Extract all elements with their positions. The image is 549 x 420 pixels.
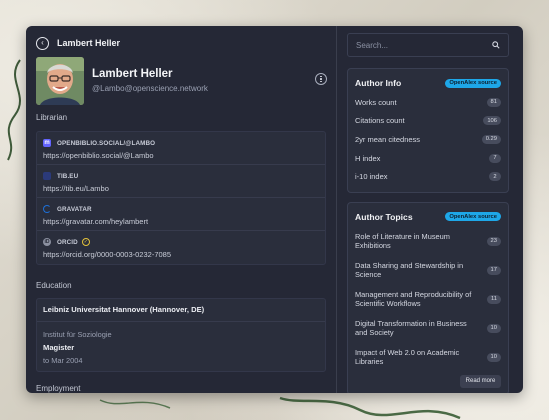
info-row: i-10 index 2 [355, 167, 501, 186]
profile-summary: Lambert Heller @Lambo@openscience.networ… [26, 57, 336, 105]
count-badge: 23 [486, 236, 501, 246]
openalex-badge: OpenAlex source [445, 78, 501, 88]
education-institution: Leibniz Universitat Hannover (Hannover, … [37, 299, 325, 322]
more-vertical-icon[interactable] [315, 73, 327, 85]
topic-row[interactable]: Management and Reproducibility of Scient… [355, 285, 501, 314]
count-badge: 11 [486, 294, 501, 304]
link-label: ORCID [57, 238, 78, 246]
profile-handle: @Lambo@openscience.network [92, 84, 208, 93]
chevron-left-icon[interactable]: ‹ [36, 36, 49, 50]
search-bar [347, 33, 509, 57]
count-badge: 81 [486, 97, 501, 107]
gravatar-icon [43, 205, 51, 213]
info-row: Citations count 106 [355, 112, 501, 131]
info-row: 2yr mean citedness 0.29 [355, 130, 501, 149]
info-row: H index 7 [355, 149, 501, 168]
count-badge: 10 [486, 323, 501, 333]
count-badge: 0.29 [481, 134, 501, 144]
link-label: TIB.EU [57, 172, 79, 180]
topic-row[interactable]: Role of Literature in Museum Exhibitions… [355, 227, 501, 256]
link-item[interactable]: TIB.EU https://tib.eu/Lambo [37, 165, 325, 198]
profile-header: ‹ Lambert Heller [26, 26, 336, 60]
education-card: Leibniz Universitat Hannover (Hannover, … [36, 298, 326, 372]
education-department: Institut für Soziologie [43, 330, 112, 339]
header-title: Lambert Heller [57, 38, 121, 48]
sidebar: Author Info OpenAlex source Works count8… [337, 26, 523, 393]
education-date: to Mar 2004 [43, 356, 83, 365]
topic-row[interactable]: Digital Transformation in Business and S… [355, 314, 501, 343]
profile-links: m OPENBIBLIO.SOCIAL/@LAMBO https://openb… [36, 131, 326, 265]
author-topics-card: Author Topics OpenAlex source Role of Li… [347, 201, 509, 393]
verified-check-icon: ✓ [81, 238, 90, 246]
link-item[interactable]: m OPENBIBLIO.SOCIAL/@LAMBO https://openb… [37, 132, 325, 165]
info-row: Works count 81 [355, 93, 501, 112]
link-url[interactable]: https://openbiblio.social/@Lambo [43, 151, 319, 160]
count-badge: 106 [483, 116, 501, 126]
link-label: GRAVATAR [57, 205, 92, 213]
profile-window: ‹ Lambert Heller Lambert Heller @Lambo@o… [26, 26, 523, 393]
profile-name: Lambert Heller [92, 68, 173, 80]
count-badge: 2 [489, 172, 501, 182]
read-more-button[interactable]: Read more [460, 374, 501, 388]
author-topics-title: Author Topics [355, 211, 413, 222]
education-label: Education [36, 281, 72, 290]
count-badge: 10 [486, 352, 501, 362]
profile-role: Librarian [36, 113, 68, 122]
count-badge: 17 [486, 265, 501, 275]
topic-row[interactable]: Impact of Web 2.0 on Academic Libraries 1… [355, 343, 501, 372]
link-label: OPENBIBLIO.SOCIAL/@LAMBO [57, 139, 156, 147]
search-input[interactable] [356, 40, 492, 50]
link-url[interactable]: https://tib.eu/Lambo [43, 184, 319, 193]
openalex-badge: OpenAlex source [445, 212, 501, 222]
employment-label: Employment [36, 384, 81, 393]
mastodon-icon: m [43, 139, 51, 147]
link-item[interactable]: iD ORCID ✓ https://orcid.org/0000-0003-0… [37, 231, 325, 264]
orcid-icon: iD [43, 238, 51, 246]
profile-panel: ‹ Lambert Heller Lambert Heller @Lambo@o… [26, 26, 337, 393]
author-info-title: Author Info [355, 78, 402, 88]
topic-row[interactable]: Data Sharing and Stewardship in Science 1… [355, 256, 501, 285]
avatar [36, 57, 84, 105]
globe-icon [43, 172, 51, 180]
link-url[interactable]: https://gravatar.com/heylambert [43, 217, 319, 226]
author-info-card: Author Info OpenAlex source Works count 8… [347, 68, 509, 193]
link-url[interactable]: https://orcid.org/0000-0003-0232-7085 [43, 250, 319, 259]
link-item[interactable]: GRAVATAR https://gravatar.com/heylambert [37, 198, 325, 231]
education-degree: Magister [43, 343, 75, 352]
search-icon[interactable] [492, 41, 500, 49]
count-badge: 7 [489, 153, 501, 163]
